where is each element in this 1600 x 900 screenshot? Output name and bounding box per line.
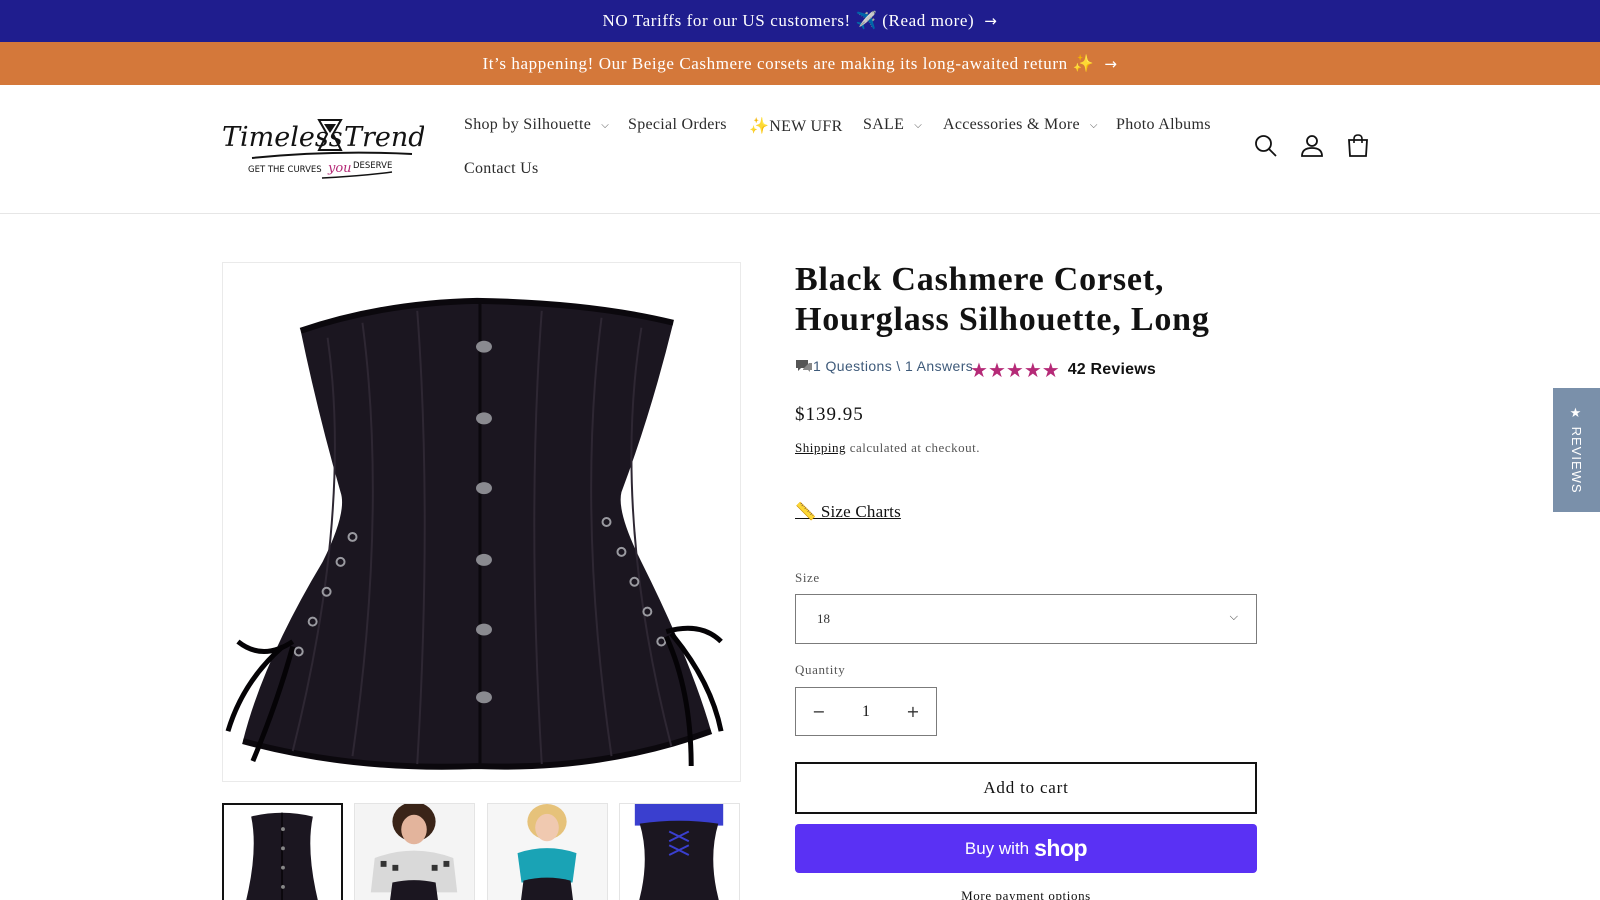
rating-stars[interactable]: ★ ★ ★ ★ ★ 42 Reviews [970, 360, 1156, 380]
product-title: Black Cashmere Corset, Hourglass Silhoue… [795, 261, 1210, 338]
product-thumbnail[interactable] [619, 803, 740, 900]
nav-contact-us[interactable]: Contact Us [464, 160, 539, 178]
nav-special-orders[interactable]: Special Orders [628, 116, 727, 134]
thumbnail-model-image [488, 804, 607, 900]
qa-text: 1 Questions \ 1 Answers [813, 358, 974, 374]
nav-label: Contact Us [464, 160, 539, 177]
site-header: Timeless Trends GET THE CURVES you DESER… [0, 85, 1600, 214]
nav-label: SALE [863, 116, 905, 133]
size-value: 18 [817, 611, 830, 626]
size-label: Size [795, 570, 820, 585]
search-icon[interactable] [1253, 133, 1279, 159]
size-select[interactable]: 18 ⌵ [795, 594, 1257, 644]
svg-text:you: you [327, 161, 352, 176]
nav-photo-albums[interactable]: Photo Albums [1116, 116, 1211, 134]
svg-text:DESERVE: DESERVE [353, 161, 392, 171]
more-payment-options-link[interactable]: More payment options [795, 888, 1257, 900]
svg-text:GET THE CURVES: GET THE CURVES [248, 165, 322, 175]
buy-with-shop-button[interactable]: Buy with shop [795, 824, 1257, 873]
plus-button[interactable]: + [890, 702, 936, 721]
chat-bubble-icon [796, 360, 812, 372]
size-charts-link[interactable]: 📏 Size Charts [795, 502, 901, 522]
store-logo[interactable]: Timeless Trends GET THE CURVES you DESER… [222, 116, 439, 182]
account-icon[interactable] [1299, 133, 1325, 159]
chevron-down-icon: ⌵ [914, 120, 923, 131]
nav-label: Special Orders [628, 116, 727, 133]
arrow-right-icon: → [1104, 54, 1118, 73]
star-icon: ★ [970, 358, 988, 382]
quantity-label: Quantity [795, 662, 846, 677]
minus-button[interactable]: − [796, 702, 842, 721]
chevron-down-icon: ⌵ [1229, 610, 1238, 623]
chevron-down-icon: ⌵ [601, 120, 610, 131]
logo-graphic: Timeless Trends GET THE CURVES you DESER… [222, 119, 439, 179]
star-icon: ★ [987, 358, 1006, 382]
shipping-note: Shipping calculated at checkout. [795, 440, 980, 456]
buy-with-label: Buy with [964, 838, 1030, 858]
reviews-tab-label: ★ REVIEWS [1569, 406, 1584, 494]
nav-label: Photo Albums [1116, 116, 1211, 133]
add-to-cart-button[interactable]: Add to cart [795, 762, 1257, 814]
nav-label: Shop by Silhouette [464, 116, 592, 133]
reviews-count: 42 Reviews [1067, 361, 1156, 378]
product-thumbnail[interactable] [222, 803, 343, 900]
shipping-link[interactable]: Shipping [795, 440, 846, 455]
shipping-text: calculated at checkout. [845, 440, 980, 455]
thumbnail-corset-image [246, 812, 318, 900]
announcement-text: It’s happening! Our Beige Cashmere corse… [482, 53, 1095, 73]
product-price: $139.95 [795, 404, 864, 425]
cart-icon[interactable] [1345, 133, 1371, 159]
thumbnail-back-lacing-image [620, 804, 739, 900]
nav-new-ufr[interactable]: ✨NEW UFR [749, 116, 843, 136]
star-icon: ★ [1005, 358, 1024, 382]
corset-image [223, 263, 740, 781]
announcement-bar-tariffs[interactable]: NO Tariffs for our US customers! ✈️ (Rea… [0, 0, 1600, 42]
quantity-stepper[interactable]: − 1 + [795, 687, 937, 736]
svg-text:Trends: Trends [344, 122, 424, 153]
arrow-right-icon: → [984, 12, 998, 30]
nav-accessories[interactable]: Accessories & More ⌵ [943, 116, 1098, 134]
reviews-side-tab[interactable]: ★ REVIEWS [1553, 388, 1600, 512]
nav-label: ✨NEW UFR [749, 118, 843, 135]
quantity-input[interactable]: 1 [862, 703, 870, 721]
product-thumbnail[interactable] [487, 803, 608, 900]
nav-label: Accessories & More [943, 116, 1080, 133]
thumbnail-model-image [355, 804, 474, 900]
product-thumbnail[interactable] [354, 803, 475, 900]
nav-sale[interactable]: SALE ⌵ [863, 116, 922, 134]
star-icon: ★ [1041, 358, 1060, 382]
announcement-text: NO Tariffs for our US customers! ✈️ (Rea… [602, 11, 975, 30]
star-icon: ★ [1023, 358, 1042, 382]
questions-answers-link[interactable]: 1 Questions \ 1 Answers [795, 358, 973, 374]
shop-pay-logo: shop [1034, 835, 1088, 861]
chevron-down-icon: ⌵ [1089, 120, 1098, 131]
product-main-image[interactable] [222, 262, 741, 782]
nav-shop-by-silhouette[interactable]: Shop by Silhouette ⌵ [464, 116, 609, 134]
announcement-bar-beige-cashmere[interactable]: It’s happening! Our Beige Cashmere corse… [0, 42, 1600, 85]
